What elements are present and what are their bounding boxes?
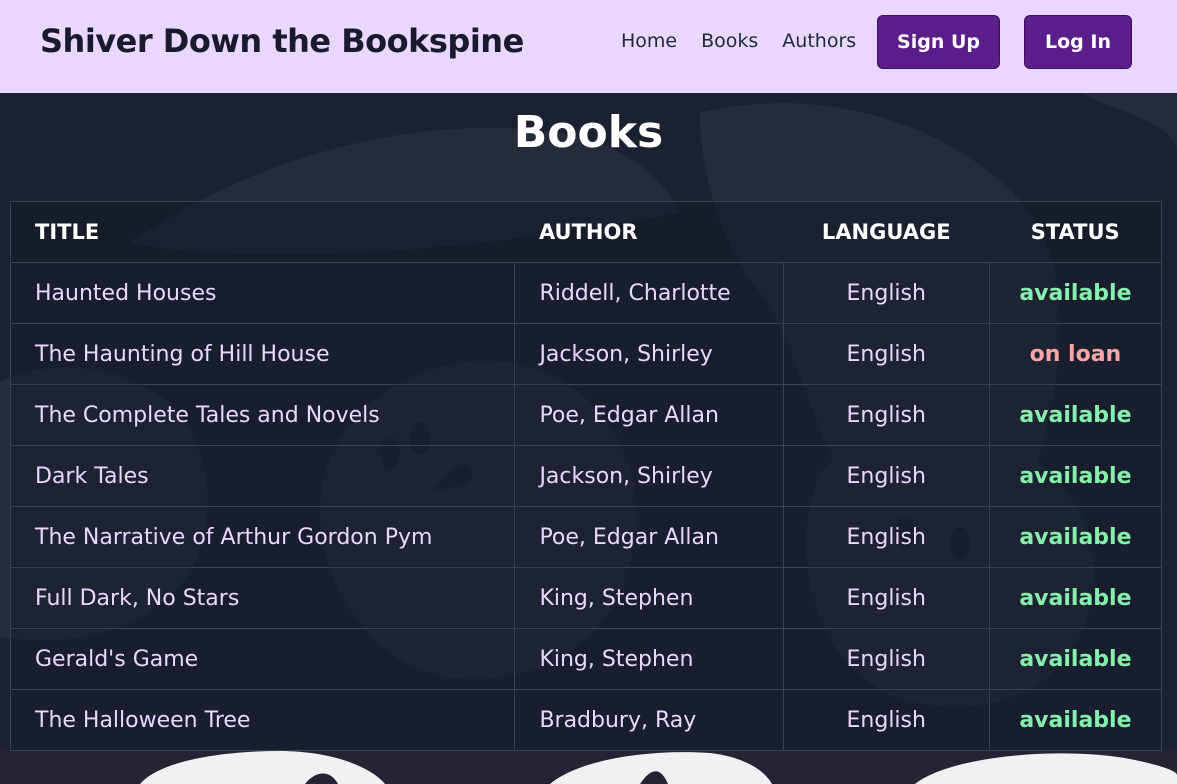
status-badge: available	[1019, 646, 1132, 672]
book-author[interactable]: Poe, Edgar Allan	[514, 384, 784, 446]
book-status: available	[988, 628, 1162, 690]
book-status: on loan	[988, 323, 1162, 385]
book-status: available	[988, 445, 1162, 507]
book-title[interactable]: The Complete Tales and Novels	[10, 384, 515, 446]
book-title[interactable]: The Haunting of Hill House	[10, 323, 515, 385]
footer-band	[0, 751, 1177, 784]
book-status: available	[988, 384, 1162, 446]
book-language: English	[782, 506, 990, 568]
book-status: available	[988, 567, 1162, 629]
table-row[interactable]: Gerald's Game King, Stephen English availab…	[10, 628, 1162, 690]
table-row[interactable]: The Narrative of Arthur Gordon Pym Poe, E…	[10, 506, 1162, 568]
page-title: Books	[513, 107, 664, 158]
book-status: available	[988, 506, 1162, 568]
site-header: Shiver Down the Bookspine Home Books Aut…	[0, 0, 1177, 93]
status-badge: available	[1019, 707, 1132, 733]
status-badge: on loan	[1029, 341, 1122, 367]
nav-books-link[interactable]: Books	[701, 30, 758, 52]
book-language: English	[782, 262, 990, 324]
table-row[interactable]: The Complete Tales and Novels Poe, Edgar …	[10, 384, 1162, 446]
book-language: English	[782, 567, 990, 629]
book-status: available	[988, 689, 1162, 751]
main-nav: Home Books Authors	[621, 30, 856, 52]
table-header-row: TITLE AUTHOR LANGUAGE STATUS	[10, 201, 1162, 263]
book-author[interactable]: Jackson, Shirley	[514, 445, 784, 507]
book-author[interactable]: Riddell, Charlotte	[514, 262, 784, 324]
table-row[interactable]: Dark Tales Jackson, Shirley English availab…	[10, 445, 1162, 507]
book-language: English	[782, 445, 990, 507]
nav-home-link[interactable]: Home	[621, 30, 677, 52]
log-in-button[interactable]: Log In	[1024, 15, 1132, 69]
book-author[interactable]: Jackson, Shirley	[514, 323, 784, 385]
books-table: TITLE AUTHOR LANGUAGE STATUS Haunted Hou…	[10, 201, 1162, 751]
book-title[interactable]: Gerald's Game	[10, 628, 515, 690]
book-title[interactable]: Haunted Houses	[10, 262, 515, 324]
sign-up-button[interactable]: Sign Up	[877, 15, 1000, 69]
status-badge: available	[1019, 585, 1132, 611]
book-title[interactable]: Full Dark, No Stars	[10, 567, 515, 629]
status-badge: available	[1019, 463, 1132, 489]
table-row[interactable]: The Haunting of Hill House Jackson, Shirl…	[10, 323, 1162, 385]
book-status: available	[988, 262, 1162, 324]
book-title[interactable]: Dark Tales	[10, 445, 515, 507]
site-brand[interactable]: Shiver Down the Bookspine	[40, 22, 524, 60]
book-language: English	[782, 384, 990, 446]
table-row[interactable]: Full Dark, No Stars King, Stephen English a…	[10, 567, 1162, 629]
book-author[interactable]: Poe, Edgar Allan	[514, 506, 784, 568]
column-header-status: STATUS	[989, 201, 1162, 263]
book-language: English	[782, 628, 990, 690]
nav-authors-link[interactable]: Authors	[782, 30, 856, 52]
book-language: English	[782, 689, 990, 751]
book-language: English	[782, 323, 990, 385]
status-badge: available	[1019, 280, 1132, 306]
table-row[interactable]: The Halloween Tree Bradbury, Ray English av…	[10, 689, 1162, 751]
column-header-language: LANGUAGE	[783, 201, 990, 263]
ghost-background-footer	[140, 751, 1177, 784]
book-title[interactable]: The Narrative of Arthur Gordon Pym	[10, 506, 515, 568]
book-author[interactable]: King, Stephen	[514, 567, 784, 629]
book-author[interactable]: King, Stephen	[514, 628, 784, 690]
column-header-title: TITLE	[10, 201, 515, 263]
book-title[interactable]: The Halloween Tree	[10, 689, 515, 751]
status-badge: available	[1019, 402, 1132, 428]
book-author[interactable]: Bradbury, Ray	[514, 689, 784, 751]
status-badge: available	[1019, 524, 1132, 550]
table-row[interactable]: Haunted Houses Riddell, Charlotte English a…	[10, 262, 1162, 324]
books-page: Books TITLE AUTHOR LANGUAGE STATUS Haunt…	[0, 93, 1177, 751]
column-header-author: AUTHOR	[514, 201, 784, 263]
books-table-body: Haunted Houses Riddell, Charlotte English a…	[10, 262, 1162, 751]
